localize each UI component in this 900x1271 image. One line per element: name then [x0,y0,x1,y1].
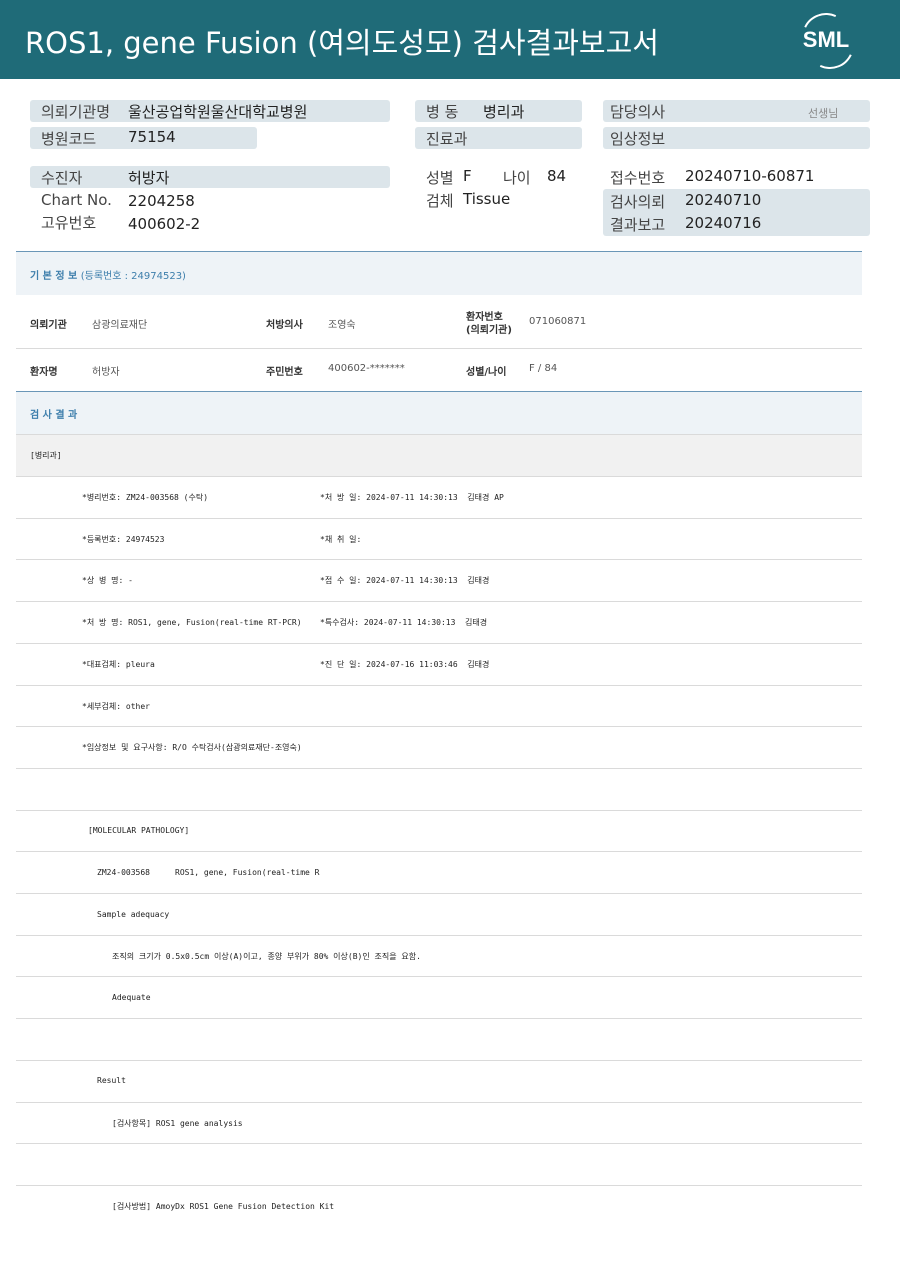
rx-doctor-label: 처방의사 [266,320,303,331]
registration-number: (등록번호 : 24974523) [80,271,186,282]
row-divider [16,518,862,519]
row-divider [16,559,862,560]
clinical-label: 임상정보 [610,130,666,148]
result-line-right: *처 방 일: 2024-07-11 14:30:13 김태경 AP [320,493,504,502]
mp-header: [MOLECULAR PATHOLOGY] [88,826,190,835]
result-line-left: *등록번호: 24974523 [82,535,165,544]
rrn-label: 주민번호 [266,367,303,378]
request-date-value: 20240710 [685,191,762,209]
row-divider [16,810,862,811]
sml-logo: SML [795,6,861,76]
pt-no-label-2: (의뢰기관) [466,325,512,336]
dept-band: [병리과] [16,434,862,477]
row-divider [16,768,862,769]
unique-no-label: 고유번호 [41,214,97,232]
inst-label: 의뢰기관 [30,320,67,331]
hospital-code-value: 75154 [128,128,176,146]
test-item-line: [검사항목] ROS1 gene analysis [112,1119,243,1128]
patient-value: 허방자 [128,169,170,187]
receipt-label: 접수번호 [610,169,666,187]
result-line-right: *채 취 일: [320,535,362,544]
row-divider [16,1143,862,1144]
result-line-right: *접 수 일: 2024-07-11 14:30:13 김태경 [320,576,490,585]
row-divider [16,726,862,727]
result-line-left: *병리번호: ZM24-003568 (수탁) [82,493,209,502]
row-divider [16,476,862,477]
chart-value: 2204258 [128,192,195,210]
basic-info-title: 기 본 정 보 (등록번호 : 24974523) [30,267,186,282]
request-date-label: 검사의뢰 [610,193,666,211]
sex-label: 성별 [426,169,454,187]
row-divider [16,1185,862,1186]
result-line-left: *상 병 명: - [82,576,133,585]
result-line-left: *임상정보 및 요구사항: R/O 수탁검사(삼광의료재단-조영숙) [82,743,302,752]
test-method-line: [검사방법] AmoyDx ROS1 Gene Fusion Detection… [112,1202,335,1211]
pt-no-value: 071060871 [529,316,587,327]
dept-label: 진료과 [426,130,468,148]
mp-code: ZM24-003568 [97,868,150,877]
ward-value: 병리과 [483,103,525,121]
row-divider [16,601,862,602]
result-line-right: *진 단 일: 2024-07-16 11:03:46 김태경 [320,660,490,669]
receipt-value: 20240710-60871 [685,167,815,185]
report-title: ROS1, gene Fusion (여의도성모) 검사결과보고서 [25,26,659,60]
report-date-label: 결과보고 [610,216,666,234]
sexage-label: 성별/나이 [466,367,507,378]
result-line-left: *처 방 명: ROS1, gene, Fusion(real-time RT-… [82,618,302,627]
divider [16,348,862,349]
result-line-left: *세부검체: other [82,702,150,711]
age-value: 84 [547,167,567,185]
basic-info-title-text: 기 본 정 보 [30,271,78,282]
results-title: 검 사 결 과 [30,410,78,421]
rrn-value: 400602-******* [328,363,405,374]
adequacy-note: 조직의 크기가 0.5x0.5cm 이상(A)이고, 종양 부위가 80% 이상… [112,952,421,961]
report-header: ROS1, gene Fusion (여의도성모) 검사결과보고서 SML [0,0,900,79]
sexage-value: F / 84 [529,363,558,374]
rx-doctor-value: 조영숙 [328,320,356,331]
doctor-suffix: 선생님 [808,107,839,120]
specimen-value: Tissue [463,190,511,208]
row-divider [16,1102,862,1103]
row-divider [16,643,862,644]
result-line-left: *대표검체: pleura [82,660,155,669]
row-divider [16,976,862,977]
patient-box [30,166,390,188]
sex-value: F [463,167,472,185]
pt-name-value: 허방자 [92,367,120,378]
row-divider [16,685,862,686]
row-divider [16,1060,862,1061]
adequacy-label: Sample adequacy [97,910,170,919]
result-label: Result [97,1076,126,1085]
report-date-value: 20240716 [685,214,762,232]
doctor-label: 담당의사 [610,103,666,121]
basic-info-header: 기 본 정 보 (등록번호 : 24974523) [16,251,862,295]
pt-name-label: 환자명 [30,367,58,378]
results-header: 검 사 결 과 [16,391,862,434]
age-label: 나이 [503,169,531,187]
chart-label: Chart No. [41,191,112,209]
row-divider [16,935,862,936]
row-divider [16,851,862,852]
requester-value: 울산공업학원울산대학교병원 [128,103,308,121]
row-divider [16,1018,862,1019]
hospital-code-label: 병원코드 [41,130,97,148]
row-divider [16,893,862,894]
dept-tag: [병리과] [30,451,62,460]
patient-label: 수진자 [41,169,83,187]
requester-label: 의뢰기관명 [41,103,111,121]
ward-label: 병 동 [426,103,459,121]
adequacy-value: Adequate [112,993,151,1002]
logo-text: SML [802,27,850,52]
inst-value: 삼광의료재단 [92,320,148,331]
unique-no-value: 400602-2 [128,215,201,233]
mp-test: ROS1, gene, Fusion(real-time R [175,868,320,877]
specimen-label: 검체 [426,192,454,210]
result-line-right: *특수검사: 2024-07-11 14:30:13 김태경 [320,618,488,627]
